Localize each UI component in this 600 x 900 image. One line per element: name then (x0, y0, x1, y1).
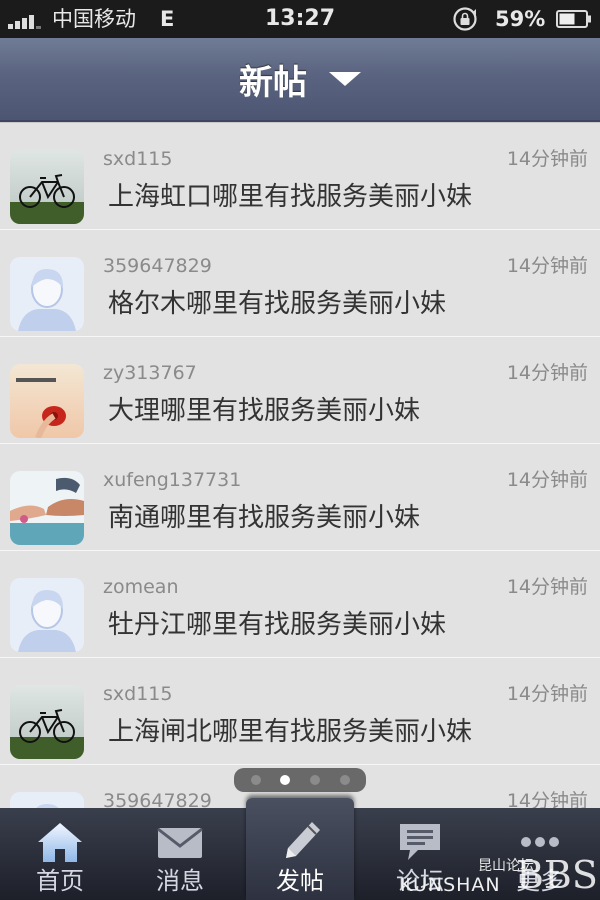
mail-icon (157, 827, 203, 858)
post-list-item[interactable]: zomean 14分钟前牡丹江哪里有找服务美丽小妹 (0, 550, 600, 658)
post-list[interactable]: sxd115 14分钟前 上海虹口哪里有找服务美丽小妹 359647829 14分钟前格… (0, 122, 600, 811)
page-dot-current[interactable] (280, 775, 290, 785)
post-time: 14分钟前 (506, 255, 588, 277)
tab-home-label: 首页 (36, 867, 84, 895)
post-title: 牡丹江哪里有找服务美丽小妹 (108, 610, 447, 640)
post-author: 359647829 (103, 255, 212, 277)
tab-forum-label: 论坛 (396, 867, 444, 895)
avatar[interactable] (10, 471, 84, 545)
post-time: 14分钟前 (506, 469, 588, 491)
post-author: xufeng137731 (103, 469, 242, 491)
tab-more-label: 更多 (516, 867, 564, 895)
navigation-bar: 新帖 (0, 38, 600, 122)
post-list-item[interactable]: sxd115 14分钟前上海闸北哪里有找服务美丽小妹 (0, 657, 600, 765)
post-author: zomean (103, 576, 179, 598)
post-list-item[interactable]: xufeng137731 14分钟前南通哪里有找服务美丽小妹 (0, 443, 600, 551)
tab-new-post[interactable]: 发帖 (246, 798, 354, 900)
avatar[interactable] (10, 685, 84, 759)
tab-more[interactable]: 更多 (480, 808, 600, 900)
tab-messages-label: 消息 (156, 867, 204, 895)
chevron-down-icon (329, 72, 361, 86)
tab-new-post-label: 发帖 (276, 867, 324, 895)
post-time: 14分钟前 (506, 576, 588, 598)
post-title: 上海虹口哪里有找服务美丽小妹 (108, 182, 473, 212)
pencil-icon (286, 822, 320, 858)
battery-percent: 59% (495, 7, 546, 31)
avatar[interactable] (10, 578, 84, 652)
chat-icon (400, 824, 440, 860)
avatar[interactable] (10, 257, 84, 331)
post-time: 14分钟前 (506, 362, 588, 384)
tab-home[interactable]: 首页 (0, 808, 120, 900)
post-author: zy313767 (103, 362, 197, 384)
post-title: 南通哪里有找服务美丽小妹 (108, 503, 421, 533)
page-dot[interactable] (310, 775, 320, 785)
avatar[interactable] (10, 364, 84, 438)
tab-bar: 首页 消息 发帖 论坛 更多 (0, 798, 600, 900)
more-icon (521, 837, 559, 847)
post-author: sxd115 (103, 148, 173, 170)
post-title: 大理哪里有找服务美丽小妹 (108, 396, 421, 426)
status-bar: 中国移动 E 13:27 59% (0, 0, 600, 38)
tab-forum[interactable]: 论坛 (360, 808, 480, 900)
post-title: 格尔木哪里有找服务美丽小妹 (108, 289, 447, 319)
page-title: 新帖 (239, 62, 307, 103)
feed-type-selector[interactable]: 新帖 (0, 38, 600, 120)
post-author: sxd115 (103, 683, 173, 705)
home-icon (38, 823, 82, 862)
page-dot[interactable] (340, 775, 350, 785)
rotation-lock-icon (453, 7, 477, 31)
post-list-item[interactable]: sxd115 14分钟前上海虹口哪里有找服务美丽小妹 (0, 123, 600, 230)
post-title: 上海闸北哪里有找服务美丽小妹 (108, 717, 473, 747)
post-time: 14分钟前 (506, 148, 588, 170)
post-time: 14分钟前 (506, 683, 588, 705)
tab-messages[interactable]: 消息 (120, 808, 240, 900)
post-list-item[interactable]: 359647829 14分钟前格尔木哪里有找服务美丽小妹 (0, 229, 600, 337)
page-indicator[interactable] (234, 768, 366, 792)
post-list-item[interactable]: zy313767 14分钟前大理哪里有找服务美丽小妹 (0, 336, 600, 444)
battery-icon (556, 10, 591, 28)
avatar[interactable] (10, 150, 84, 224)
page-dot[interactable] (251, 775, 261, 785)
